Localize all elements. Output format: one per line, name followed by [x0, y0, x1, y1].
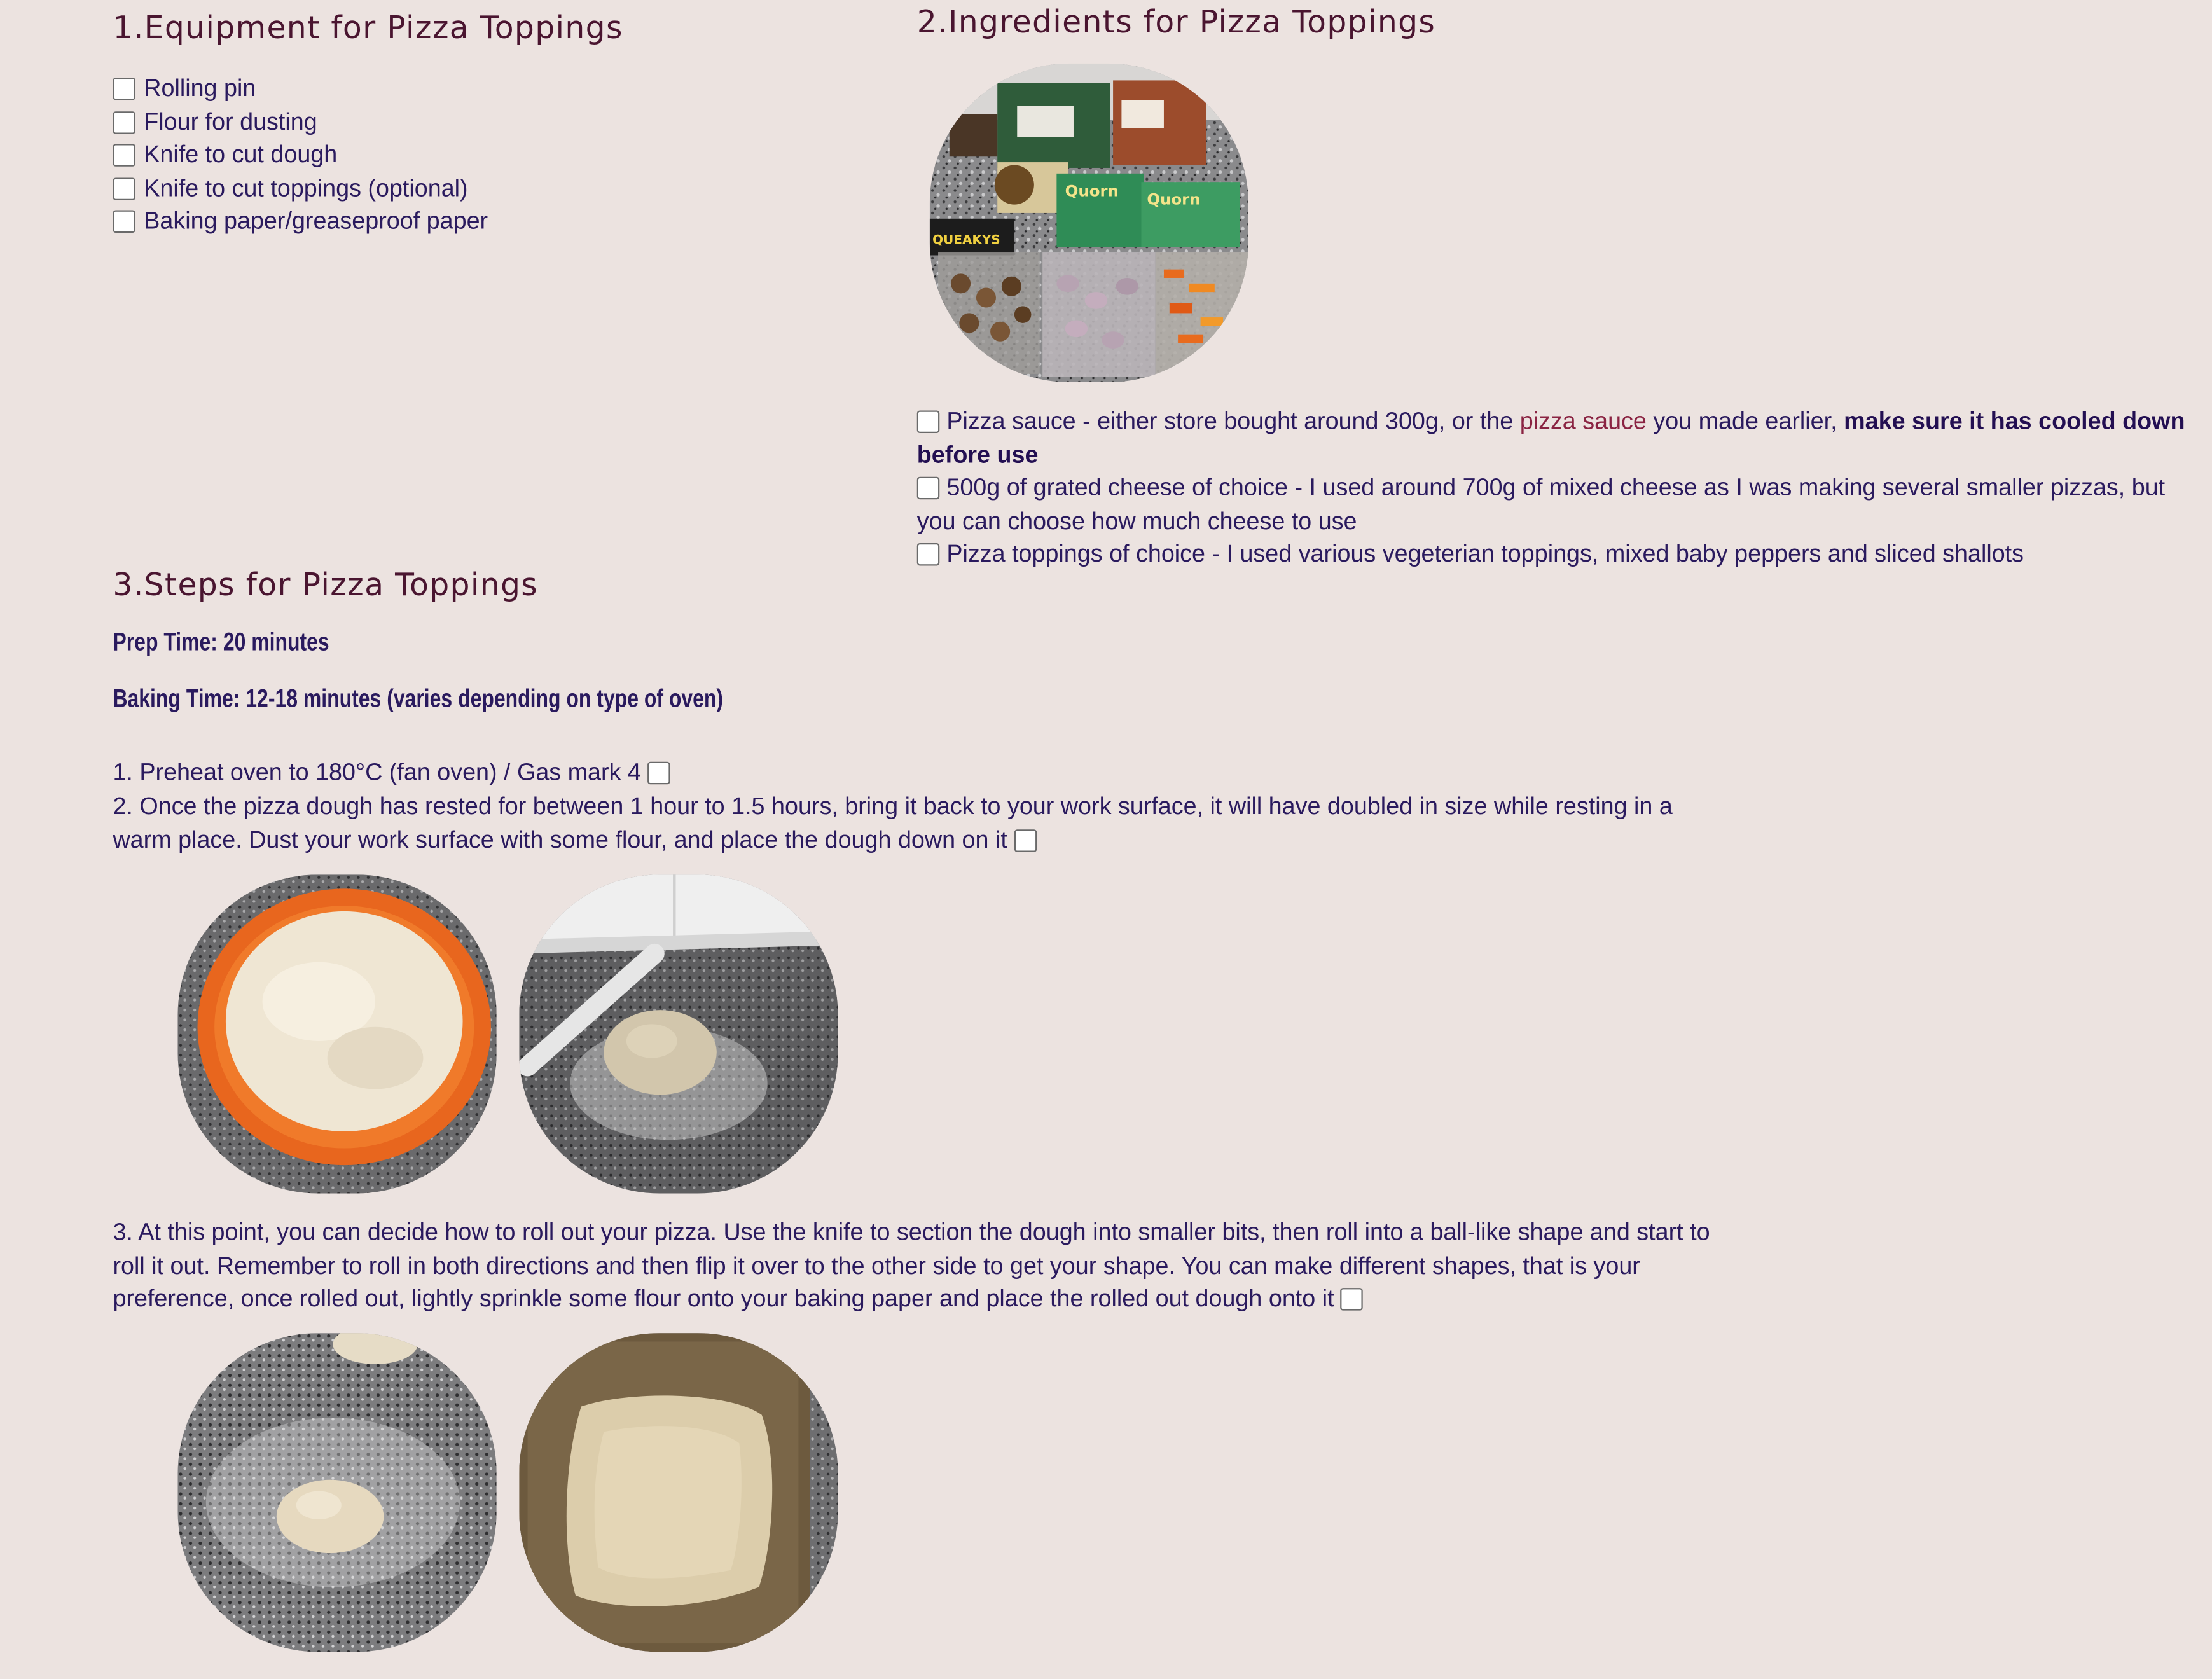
prep-time: Prep Time: 20 minutes — [113, 628, 329, 656]
equipment-item-label: Rolling pin — [144, 74, 256, 102]
rolled-dough-photo — [519, 1333, 838, 1652]
equipment-item-label: Baking paper/greaseproof paper — [144, 207, 488, 235]
list-item: Knife to cut toppings (optional) — [113, 172, 488, 205]
equipment-list: Rolling pin Flour for dusting Knife to c… — [113, 72, 488, 238]
ingredient-sauce-text: Pizza sauce - either store bought around… — [946, 408, 1520, 435]
baking-time: Baking Time: 12-18 minutes (varies depen… — [113, 684, 724, 713]
ingredients-heading: 2.Ingredients for Pizza Toppings — [916, 5, 1436, 41]
ingredient-toppings-text: Pizza toppings of choice - I used variou… — [946, 540, 2024, 567]
dough-ball-photo — [177, 1333, 497, 1652]
equipment-item-label: Knife to cut dough — [144, 141, 338, 168]
list-item: Knife to cut dough — [113, 138, 488, 171]
ingredient-checkbox-2[interactable] — [916, 476, 940, 500]
quorn-pack-label-2: Quorn — [1147, 190, 1200, 209]
equipment-item-label: Flour for dusting — [144, 107, 317, 135]
step-2-checkbox[interactable] — [1014, 829, 1037, 852]
pizza-sauce-link[interactable]: pizza sauce — [1520, 408, 1647, 434]
step-2: 2. Once the pizza dough has rested for b… — [113, 790, 1735, 856]
ingredients-list: Pizza sauce - either store bought around… — [916, 405, 2208, 571]
equipment-checkbox-1[interactable] — [113, 77, 135, 100]
halloumi-pack-label: QUEAKYS — [932, 232, 1000, 247]
step-3: 3. At this point, you can decide how to … — [113, 1216, 1735, 1315]
list-item: Flour for dusting — [113, 105, 488, 138]
step-1-checkbox[interactable] — [647, 761, 670, 785]
quorn-pack-label: Quorn — [1065, 181, 1119, 200]
equipment-checkbox-2[interactable] — [113, 111, 135, 134]
dough-surface-photo — [519, 874, 838, 1194]
ingredient-cheese-text: 500g of grated cheese of choice - I used… — [916, 474, 2166, 534]
equipment-item-label: Knife to cut toppings (optional) — [144, 174, 468, 202]
equipment-checkbox-5[interactable] — [113, 210, 135, 233]
equipment-checkbox-4[interactable] — [113, 177, 135, 200]
step-1-text: 1. Preheat oven to 180°C (fan oven) / Ga… — [113, 759, 641, 786]
steps-heading: 3.Steps for Pizza Toppings — [113, 568, 539, 604]
list-item: Pizza sauce - either store bought around… — [916, 405, 2208, 471]
equipment-heading: 1.Equipment for Pizza Toppings — [113, 11, 623, 47]
list-item: Rolling pin — [113, 72, 488, 105]
list-item: 500g of grated cheese of choice - I used… — [916, 471, 2208, 537]
step-3-text: 3. At this point, you can decide how to … — [113, 1219, 1710, 1312]
list-item: Pizza toppings of choice - I used variou… — [916, 537, 2208, 570]
dough-bowl-photo — [177, 874, 497, 1194]
step-2-text: 2. Once the pizza dough has rested for b… — [113, 792, 1673, 853]
equipment-checkbox-3[interactable] — [113, 144, 135, 167]
ingredient-checkbox-1[interactable] — [916, 410, 940, 433]
step-3-checkbox[interactable] — [1341, 1288, 1364, 1311]
ingredient-checkbox-3[interactable] — [916, 542, 940, 566]
list-item: Baking paper/greaseproof paper — [113, 205, 488, 238]
ingredient-sauce-text-after: you made earlier, — [1646, 408, 1844, 435]
step-1: 1. Preheat oven to 180°C (fan oven) / Ga… — [113, 756, 1735, 789]
ingredients-photo: Quorn Quorn QUEAKYS — [929, 63, 1249, 383]
